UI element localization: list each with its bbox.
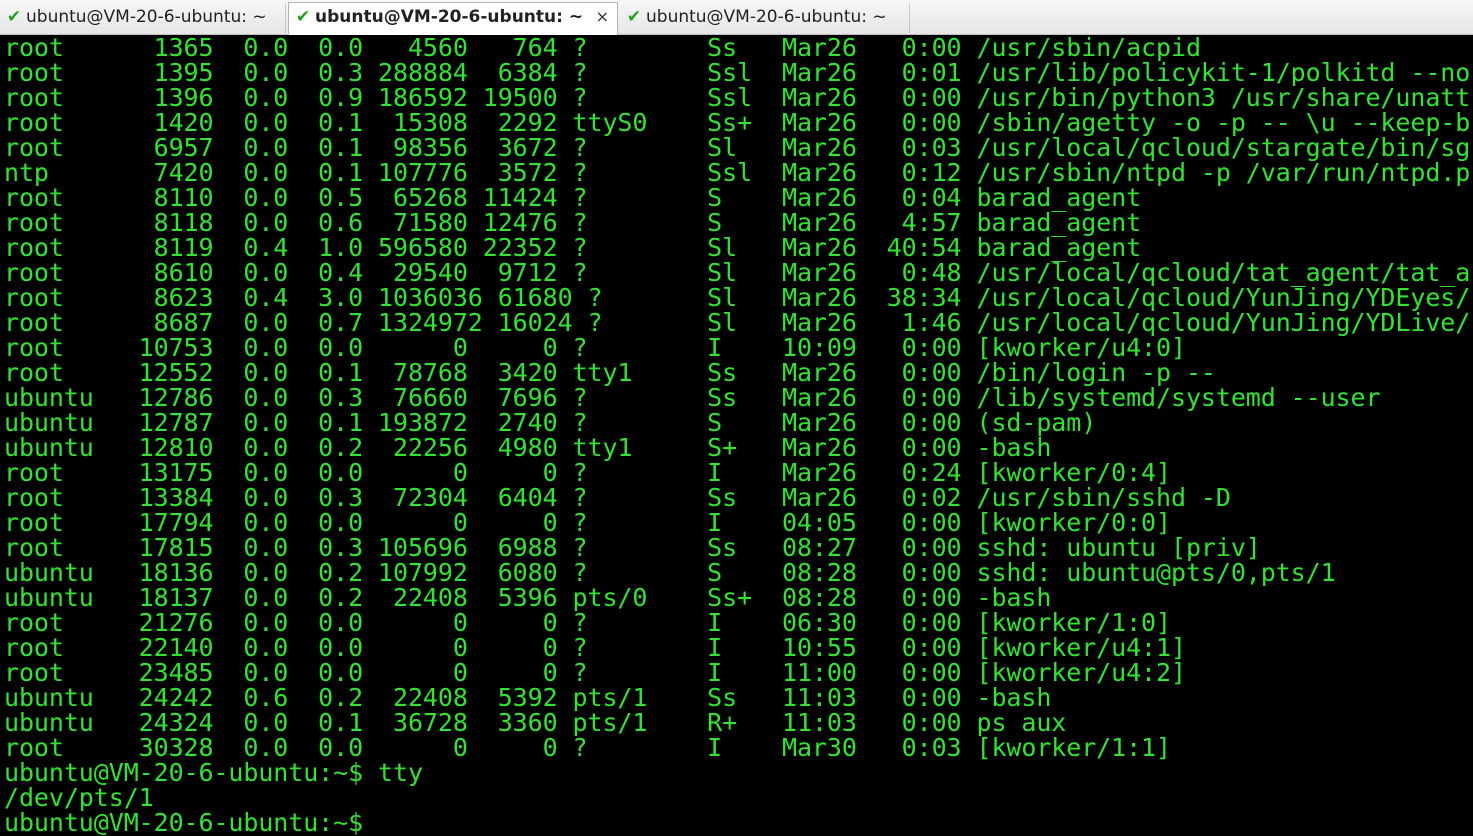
ps-row: root 1396 0.0 0.9 186592 19500 ? Ssl Mar… [4, 83, 1471, 112]
close-tab-icon[interactable]: × [596, 3, 609, 31]
check-icon: ✔ [626, 7, 642, 27]
text-cursor [363, 812, 376, 834]
ps-row: ubuntu 12810 0.0 0.2 22256 4980 tty1 S+ … [4, 433, 1052, 462]
ps-row: root 22140 0.0 0.0 0 0 ? I 10:55 0:00 [k… [4, 633, 1186, 662]
ps-row: root 8610 0.0 0.4 29540 9712 ? Sl Mar26 … [4, 258, 1471, 287]
ps-row: root 13175 0.0 0.0 0 0 ? I Mar26 0:24 [k… [4, 458, 1171, 487]
ps-row: root 6957 0.0 0.1 98356 3672 ? Sl Mar26 … [4, 133, 1471, 162]
ps-row: ntp 7420 0.0 0.1 107776 3572 ? Ssl Mar26… [4, 158, 1471, 187]
tab-session-3[interactable]: ✔ ubuntu@VM-20-6-ubuntu: ~ [620, 3, 910, 33]
ps-row: root 8687 0.0 0.7 1324972 16024 ? Sl Mar… [4, 308, 1471, 337]
ps-row: ubuntu 18137 0.0 0.2 22408 5396 pts/0 Ss… [4, 583, 1052, 612]
tab-label: ubuntu@VM-20-6-ubuntu: ~ [646, 7, 887, 27]
ps-row: root 8118 0.0 0.6 71580 12476 ? S Mar26 … [4, 208, 1142, 237]
ps-row: ubuntu 12787 0.0 0.1 193872 2740 ? S Mar… [4, 408, 1097, 437]
ps-row: root 8119 0.4 1.0 596580 22352 ? Sl Mar2… [4, 233, 1142, 262]
ps-row: root 17794 0.0 0.0 0 0 ? I 04:05 0:00 [k… [4, 508, 1171, 537]
check-icon: ✔ [295, 7, 311, 27]
ps-row: root 1395 0.0 0.3 288884 6384 ? Ssl Mar2… [4, 58, 1471, 87]
terminal-pane[interactable]: root 1365 0.0 0.0 4560 764 ? Ss Mar26 0:… [0, 35, 1473, 836]
ps-row: root 8623 0.4 3.0 1036036 61680 ? Sl Mar… [4, 283, 1471, 312]
prompt-text: ubuntu@VM-20-6-ubuntu:~$ [4, 808, 364, 836]
command-output-tty: /dev/pts/1 [4, 783, 154, 812]
tab-label: ubuntu@VM-20-6-ubuntu: ~ [26, 7, 267, 27]
tab-session-1[interactable]: ✔ ubuntu@VM-20-6-ubuntu: ~ [0, 3, 286, 33]
ps-row: root 8110 0.0 0.5 65268 11424 ? S Mar26 … [4, 183, 1142, 212]
ps-row: ubuntu 12786 0.0 0.3 76660 7696 ? Ss Mar… [4, 383, 1381, 412]
ps-row: ubuntu 18136 0.0 0.2 107992 6080 ? S 08:… [4, 558, 1336, 587]
ps-row: root 23485 0.0 0.0 0 0 ? I 11:00 0:00 [k… [4, 658, 1186, 687]
command-line-tty: ubuntu@VM-20-6-ubuntu:~$ tty [4, 758, 423, 787]
check-icon: ✔ [6, 7, 22, 27]
shell-prompt[interactable]: ubuntu@VM-20-6-ubuntu:~$ [4, 810, 1473, 835]
terminal-output: root 1365 0.0 0.0 4560 764 ? Ss Mar26 0:… [0, 35, 1473, 835]
ps-row: root 1420 0.0 0.1 15308 2292 ttyS0 Ss+ M… [4, 108, 1471, 137]
ps-row: root 1365 0.0 0.0 4560 764 ? Ss Mar26 0:… [4, 35, 1201, 62]
ps-row: root 21276 0.0 0.0 0 0 ? I 06:30 0:00 [k… [4, 608, 1171, 637]
ps-row: ubuntu 24324 0.0 0.1 36728 3360 pts/1 R+… [4, 708, 1067, 737]
ps-row: root 13384 0.0 0.3 72304 6404 ? Ss Mar26… [4, 483, 1231, 512]
tab-session-2[interactable]: ✔ ubuntu@VM-20-6-ubuntu: ~ × [288, 2, 618, 35]
tab-label: ubuntu@VM-20-6-ubuntu: ~ [315, 7, 584, 27]
ps-row: root 17815 0.0 0.3 105696 6988 ? Ss 08:2… [4, 533, 1261, 562]
ps-row: root 10753 0.0 0.0 0 0 ? I 10:09 0:00 [k… [4, 333, 1186, 362]
ps-row: root 12552 0.0 0.1 78768 3420 tty1 Ss Ma… [4, 358, 1216, 387]
ps-row: root 30328 0.0 0.0 0 0 ? I Mar30 0:03 [k… [4, 733, 1171, 762]
tab-bar: ✔ ubuntu@VM-20-6-ubuntu: ~ ✔ ubuntu@VM-20-… [0, 0, 1473, 35]
ps-row: ubuntu 24242 0.6 0.2 22408 5392 pts/1 Ss… [4, 683, 1052, 712]
